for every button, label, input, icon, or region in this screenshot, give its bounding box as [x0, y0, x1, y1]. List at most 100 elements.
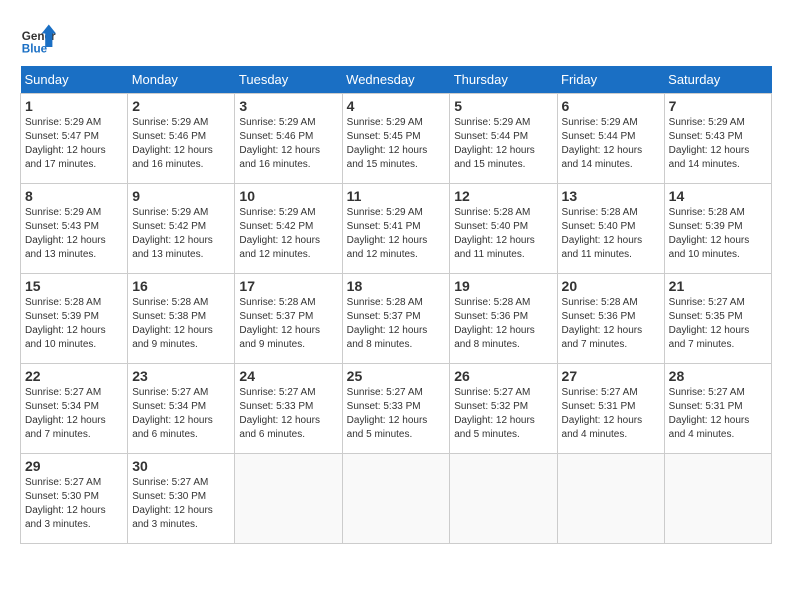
- day-number: 17: [239, 278, 337, 294]
- calendar-week-1: 1Sunrise: 5:29 AMSunset: 5:47 PMDaylight…: [21, 94, 772, 184]
- calendar-day-19: 19 Sunrise: 5:28 AMSunset: 5:36 PMDayligh…: [450, 274, 557, 364]
- day-number: 18: [347, 278, 446, 294]
- day-info: Sunrise: 5:28 AMSunset: 5:37 PMDaylight:…: [347, 296, 446, 352]
- day-number: 10: [239, 188, 337, 204]
- day-number: 26: [454, 368, 552, 384]
- empty-cell: [235, 454, 342, 544]
- calendar-day-8: 8 Sunrise: 5:29 AMSunset: 5:43 PMDaylight…: [21, 184, 128, 274]
- day-info: Sunrise: 5:27 AMSunset: 5:34 PMDaylight:…: [25, 386, 123, 442]
- empty-cell: [664, 454, 771, 544]
- day-info: Sunrise: 5:28 AMSunset: 5:37 PMDaylight:…: [239, 296, 337, 352]
- day-number: 8: [25, 188, 123, 204]
- calendar-day-3: 3 Sunrise: 5:29 AMSunset: 5:46 PMDaylight…: [235, 94, 342, 184]
- day-info: Sunrise: 5:29 AMSunset: 5:42 PMDaylight:…: [132, 206, 230, 262]
- day-number: 22: [25, 368, 123, 384]
- logo-icon: General Blue: [20, 20, 56, 56]
- calendar-day-23: 23 Sunrise: 5:27 AMSunset: 5:34 PMDayligh…: [128, 364, 235, 454]
- day-info: Sunrise: 5:28 AMSunset: 5:40 PMDaylight:…: [454, 206, 552, 262]
- day-number: 20: [562, 278, 660, 294]
- calendar-week-4: 22 Sunrise: 5:27 AMSunset: 5:34 PMDayligh…: [21, 364, 772, 454]
- day-info: Sunrise: 5:28 AMSunset: 5:39 PMDaylight:…: [25, 296, 123, 352]
- calendar-day-18: 18 Sunrise: 5:28 AMSunset: 5:37 PMDayligh…: [342, 274, 450, 364]
- calendar-day-20: 20 Sunrise: 5:28 AMSunset: 5:36 PMDayligh…: [557, 274, 664, 364]
- day-info: Sunrise: 5:27 AMSunset: 5:33 PMDaylight:…: [347, 386, 446, 442]
- day-number: 24: [239, 368, 337, 384]
- calendar-day-17: 17 Sunrise: 5:28 AMSunset: 5:37 PMDayligh…: [235, 274, 342, 364]
- day-info: Sunrise: 5:27 AMSunset: 5:32 PMDaylight:…: [454, 386, 552, 442]
- day-number: 2: [132, 98, 230, 114]
- weekday-header-wednesday: Wednesday: [342, 66, 450, 94]
- calendar-day-2: 2 Sunrise: 5:29 AMSunset: 5:46 PMDaylight…: [128, 94, 235, 184]
- day-info: Sunrise: 5:28 AMSunset: 5:38 PMDaylight:…: [132, 296, 230, 352]
- empty-cell: [342, 454, 450, 544]
- weekday-header-thursday: Thursday: [450, 66, 557, 94]
- calendar-day-27: 27 Sunrise: 5:27 AMSunset: 5:31 PMDayligh…: [557, 364, 664, 454]
- empty-cell: [450, 454, 557, 544]
- day-info: Sunrise: 5:29 AMSunset: 5:43 PMDaylight:…: [25, 206, 123, 262]
- day-number: 7: [669, 98, 767, 114]
- day-number: 9: [132, 188, 230, 204]
- day-info: Sunrise: 5:29 AMSunset: 5:43 PMDaylight:…: [669, 116, 767, 172]
- day-number: 3: [239, 98, 337, 114]
- calendar-day-22: 22 Sunrise: 5:27 AMSunset: 5:34 PMDayligh…: [21, 364, 128, 454]
- day-info: Sunrise: 5:28 AMSunset: 5:40 PMDaylight:…: [562, 206, 660, 262]
- day-info: Sunrise: 5:29 AMSunset: 5:44 PMDaylight:…: [562, 116, 660, 172]
- calendar-day-28: 28Sunrise: 5:27 AMSunset: 5:31 PMDayligh…: [664, 364, 771, 454]
- day-number: 12: [454, 188, 552, 204]
- calendar-day-26: 26 Sunrise: 5:27 AMSunset: 5:32 PMDayligh…: [450, 364, 557, 454]
- day-info: Sunrise: 5:29 AMSunset: 5:42 PMDaylight:…: [239, 206, 337, 262]
- calendar-day-12: 12 Sunrise: 5:28 AMSunset: 5:40 PMDayligh…: [450, 184, 557, 274]
- calendar-day-10: 10 Sunrise: 5:29 AMSunset: 5:42 PMDayligh…: [235, 184, 342, 274]
- day-info: Sunrise: 5:28 AMSunset: 5:39 PMDaylight:…: [669, 206, 767, 262]
- day-number: 28: [669, 368, 767, 384]
- day-info: Sunrise: 5:29 AMSunset: 5:45 PMDaylight:…: [347, 116, 446, 172]
- weekday-header-sunday: Sunday: [21, 66, 128, 94]
- day-number: 15: [25, 278, 123, 294]
- day-info: Sunrise: 5:27 AMSunset: 5:30 PMDaylight:…: [25, 476, 123, 532]
- day-number: 11: [347, 188, 446, 204]
- day-info: Sunrise: 5:27 AMSunset: 5:33 PMDaylight:…: [239, 386, 337, 442]
- calendar-day-13: 13Sunrise: 5:28 AMSunset: 5:40 PMDayligh…: [557, 184, 664, 274]
- calendar-day-24: 24 Sunrise: 5:27 AMSunset: 5:33 PMDayligh…: [235, 364, 342, 454]
- day-number: 4: [347, 98, 446, 114]
- day-number: 23: [132, 368, 230, 384]
- svg-text:Blue: Blue: [22, 42, 48, 55]
- calendar-day-6: 6Sunrise: 5:29 AMSunset: 5:44 PMDaylight…: [557, 94, 664, 184]
- day-number: 16: [132, 278, 230, 294]
- day-number: 25: [347, 368, 446, 384]
- calendar-day-15: 15 Sunrise: 5:28 AMSunset: 5:39 PMDayligh…: [21, 274, 128, 364]
- day-number: 21: [669, 278, 767, 294]
- day-info: Sunrise: 5:27 AMSunset: 5:34 PMDaylight:…: [132, 386, 230, 442]
- day-info: Sunrise: 5:28 AMSunset: 5:36 PMDaylight:…: [562, 296, 660, 352]
- weekday-header-friday: Friday: [557, 66, 664, 94]
- calendar-day-7: 7 Sunrise: 5:29 AMSunset: 5:43 PMDaylight…: [664, 94, 771, 184]
- day-number: 27: [562, 368, 660, 384]
- day-info: Sunrise: 5:27 AMSunset: 5:30 PMDaylight:…: [132, 476, 230, 532]
- calendar-day-1: 1Sunrise: 5:29 AMSunset: 5:47 PMDaylight…: [21, 94, 128, 184]
- weekday-header-saturday: Saturday: [664, 66, 771, 94]
- day-number: 19: [454, 278, 552, 294]
- calendar-week-3: 15 Sunrise: 5:28 AMSunset: 5:39 PMDayligh…: [21, 274, 772, 364]
- calendar-header-row: SundayMondayTuesdayWednesdayThursdayFrid…: [21, 66, 772, 94]
- calendar-day-9: 9 Sunrise: 5:29 AMSunset: 5:42 PMDaylight…: [128, 184, 235, 274]
- weekday-header-tuesday: Tuesday: [235, 66, 342, 94]
- day-info: Sunrise: 5:27 AMSunset: 5:31 PMDaylight:…: [562, 386, 660, 442]
- calendar-day-14: 14Sunrise: 5:28 AMSunset: 5:39 PMDayligh…: [664, 184, 771, 274]
- calendar-day-16: 16 Sunrise: 5:28 AMSunset: 5:38 PMDayligh…: [128, 274, 235, 364]
- calendar-table: SundayMondayTuesdayWednesdayThursdayFrid…: [20, 66, 772, 544]
- day-info: Sunrise: 5:28 AMSunset: 5:36 PMDaylight:…: [454, 296, 552, 352]
- day-info: Sunrise: 5:29 AMSunset: 5:46 PMDaylight:…: [239, 116, 337, 172]
- day-info: Sunrise: 5:29 AMSunset: 5:46 PMDaylight:…: [132, 116, 230, 172]
- calendar-day-29: 29 Sunrise: 5:27 AMSunset: 5:30 PMDayligh…: [21, 454, 128, 544]
- calendar-week-2: 8 Sunrise: 5:29 AMSunset: 5:43 PMDaylight…: [21, 184, 772, 274]
- calendar-day-4: 4 Sunrise: 5:29 AMSunset: 5:45 PMDaylight…: [342, 94, 450, 184]
- logo: General Blue: [20, 20, 56, 56]
- calendar-day-11: 11Sunrise: 5:29 AMSunset: 5:41 PMDayligh…: [342, 184, 450, 274]
- page-header: General Blue: [20, 20, 772, 56]
- day-number: 5: [454, 98, 552, 114]
- calendar-day-21: 21 Sunrise: 5:27 AMSunset: 5:35 PMDayligh…: [664, 274, 771, 364]
- day-info: Sunrise: 5:27 AMSunset: 5:35 PMDaylight:…: [669, 296, 767, 352]
- calendar-day-30: 30Sunrise: 5:27 AMSunset: 5:30 PMDayligh…: [128, 454, 235, 544]
- day-info: Sunrise: 5:29 AMSunset: 5:44 PMDaylight:…: [454, 116, 552, 172]
- day-number: 29: [25, 458, 123, 474]
